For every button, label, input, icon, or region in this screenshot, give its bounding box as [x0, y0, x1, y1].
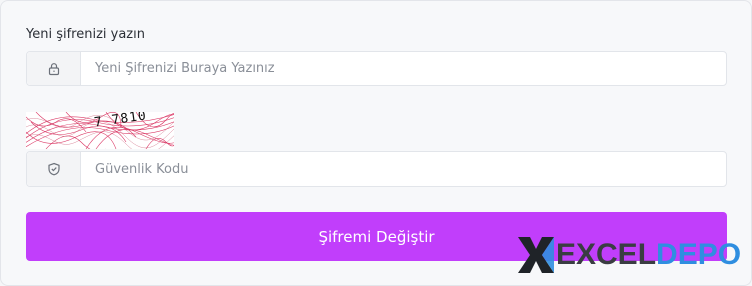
password-reset-card: Yeni şifrenizi yazın 7 7810 Güvenlik Kod…	[0, 0, 752, 286]
security-code-input-group	[26, 151, 727, 187]
new-password-input[interactable]	[81, 52, 726, 85]
captcha-image: 7 7810	[26, 112, 174, 149]
watermark-depo-text: DEPO	[656, 238, 742, 271]
watermark-excel-text: EXCEL	[556, 238, 657, 271]
exceldepo-logo-icon	[518, 237, 554, 273]
new-password-label: Yeni şifrenizi yazın	[26, 27, 145, 42]
password-input-group	[26, 51, 727, 86]
lock-icon	[27, 52, 81, 85]
security-code-input[interactable]	[81, 152, 726, 186]
exceldepo-watermark: EXCELDEPO	[516, 235, 741, 275]
shield-check-icon	[27, 152, 81, 186]
